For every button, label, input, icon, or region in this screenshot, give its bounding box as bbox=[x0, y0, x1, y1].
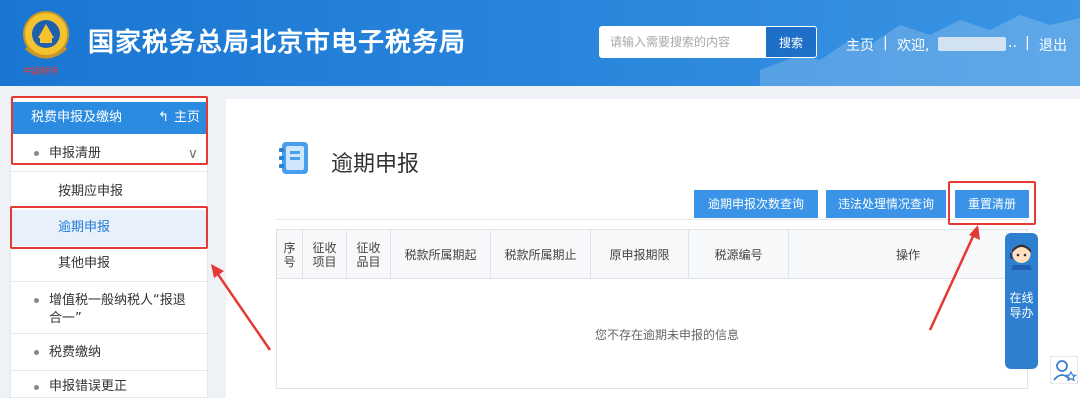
bullet-icon bbox=[34, 298, 39, 303]
nav-separator: | bbox=[883, 35, 888, 51]
annotation-highlight-box bbox=[11, 96, 208, 165]
search-button[interactable]: 搜索 bbox=[766, 27, 816, 57]
online-guide-label: 在线导办 bbox=[1009, 291, 1034, 320]
online-guide-widget[interactable]: 在线导办 bbox=[1005, 233, 1038, 369]
sidebar-item-correction[interactable]: 申报错误更正 bbox=[11, 372, 207, 398]
sidebar-subitem-other[interactable]: 其他申报 bbox=[11, 246, 207, 282]
search-box: 搜索 bbox=[599, 26, 817, 58]
violation-query-button[interactable]: 违法处理情况查询 bbox=[826, 190, 946, 218]
column-header-tax-category: 征收品目 bbox=[347, 230, 391, 279]
logout-link[interactable]: 退出 bbox=[1039, 35, 1067, 55]
welcome-text: 欢迎, bbox=[897, 38, 930, 54]
overdue-count-query-button[interactable]: 逾期申报次数查询 bbox=[694, 190, 818, 218]
annotation-highlight-box bbox=[10, 206, 208, 249]
sidebar-item-tax-payment[interactable]: 税费缴纳 bbox=[11, 335, 207, 371]
column-header-index: 序号 bbox=[277, 230, 303, 279]
table-header: 序号 征收项目 征收品目 税款所属期起 税款所属期止 原申报期限 税源编号 操作 bbox=[277, 230, 1027, 279]
notebook-icon bbox=[279, 142, 308, 174]
sidebar-subitem-label: 按期应申报 bbox=[58, 184, 124, 199]
tax-emblem-icon bbox=[23, 11, 69, 59]
overdue-table: 序号 征收项目 征收品目 税款所属期起 税款所属期止 原申报期限 税源编号 操作… bbox=[276, 229, 1028, 389]
column-header-tax-source-id: 税源编号 bbox=[689, 230, 789, 279]
site-header: 中国税务 国家税务总局北京市电子税务局 搜索 主页 | 欢迎, .. | 退出 bbox=[0, 0, 1080, 86]
column-header-period-end: 税款所属期止 bbox=[491, 230, 591, 279]
username-blurred bbox=[938, 37, 1006, 51]
assistant-avatar-icon bbox=[1010, 244, 1032, 270]
sidebar-subitem-label: 其他申报 bbox=[58, 256, 111, 271]
sidebar-item-label: 增值税一般纳税人“报退合一” bbox=[49, 293, 186, 326]
sidebar-subitem-scheduled[interactable]: 按期应申报 bbox=[11, 174, 207, 210]
emblem-seal-text: 中国税务 bbox=[22, 67, 59, 77]
sidebar-item-vat-refund[interactable]: 增值税一般纳税人“报退合一” bbox=[11, 284, 207, 334]
column-header-period-start: 税款所属期起 bbox=[391, 230, 491, 279]
empty-state-message: 您不存在逾期未申报的信息 bbox=[594, 328, 739, 342]
column-header-tax-item: 征收项目 bbox=[303, 230, 347, 279]
username-suffix: .. bbox=[1008, 35, 1017, 51]
page-title: 逾期申报 bbox=[331, 152, 420, 177]
column-header-original-deadline: 原申报期限 bbox=[591, 230, 689, 279]
bullet-icon bbox=[34, 350, 39, 355]
divider bbox=[276, 219, 1028, 220]
site-title: 国家税务总局北京市电子税务局 bbox=[88, 28, 467, 58]
bullet-icon bbox=[34, 385, 39, 390]
nav-separator: | bbox=[1025, 35, 1030, 51]
search-input[interactable] bbox=[600, 27, 766, 57]
user-star-icon[interactable] bbox=[1050, 356, 1078, 384]
home-link[interactable]: 主页 bbox=[846, 35, 874, 55]
annotation-highlight-box bbox=[948, 181, 1036, 225]
sidebar-item-label: 税费缴纳 bbox=[49, 345, 102, 360]
column-header-actions: 操作 bbox=[895, 247, 920, 262]
sidebar-item-label: 申报错误更正 bbox=[49, 379, 128, 394]
